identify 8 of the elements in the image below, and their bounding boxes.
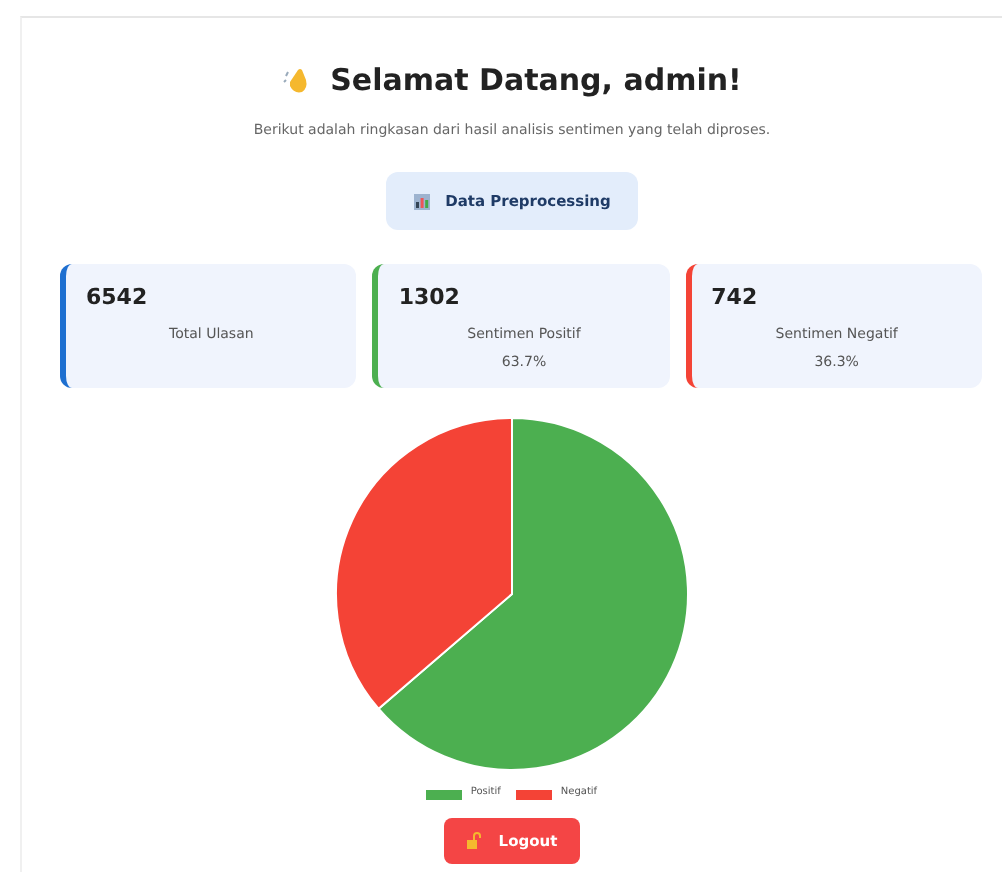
stat-value: 1302	[398, 282, 462, 315]
page-title: Selamat Datang, admin!	[330, 60, 742, 102]
bar-chart-icon	[413, 193, 430, 210]
unlocked-padlock-icon	[466, 831, 483, 850]
stat-value: 742	[711, 282, 760, 315]
stat-value: 6542	[86, 282, 150, 315]
legend-swatch	[426, 789, 463, 799]
legend-swatch	[516, 789, 553, 799]
